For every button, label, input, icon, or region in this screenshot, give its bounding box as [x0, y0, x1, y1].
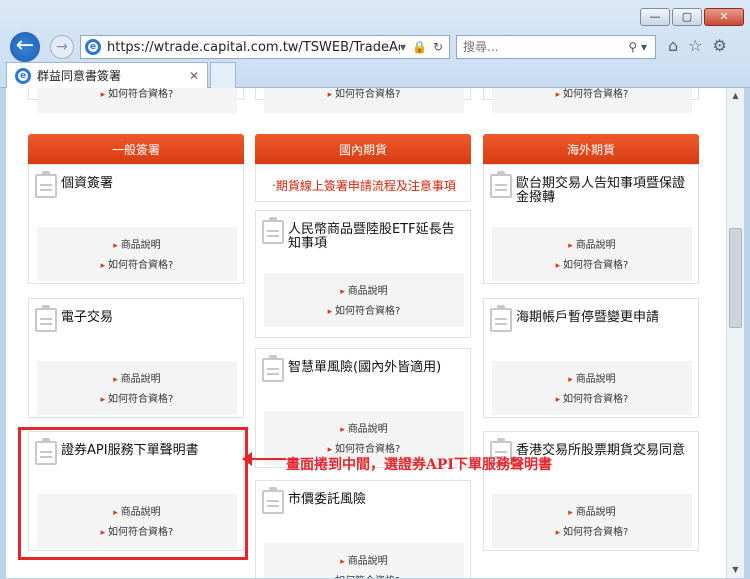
column-header-general: 一般簽署: [28, 134, 244, 164]
card-market-order[interactable]: 市價委託風險 商品說明 如何符合資格?: [255, 480, 471, 578]
scroll-down-icon[interactable]: ▼: [727, 562, 744, 578]
page-viewport: 如何符合資格? 如何符合資格? 如何符合資格? 一般簽署 個資簽署 商品說明 如…: [6, 88, 726, 578]
prev-card: 如何符合資格?: [483, 88, 699, 113]
new-tab-button[interactable]: [210, 62, 236, 88]
product-info-link[interactable]: 商品說明: [264, 420, 464, 440]
card-links: 商品說明 如何符合資格?: [37, 361, 237, 415]
address-bar[interactable]: e https://wtrade.capital.com.tw/TSWEB/Tr…: [80, 35, 450, 59]
window-controls: — ▢ ✕: [640, 8, 744, 26]
card-title: 香港交易所股票期貨交易同意: [516, 443, 686, 458]
column-header-domestic-futures: 國內期貨: [255, 134, 471, 164]
card-title: 市價委託風險: [288, 492, 367, 507]
scroll-thumb[interactable]: [729, 228, 742, 328]
notice-box: ‧期貨線上簽署申請流程及注意事項: [255, 164, 471, 202]
back-arrow-icon[interactable]: ←: [8, 30, 42, 64]
qualify-link[interactable]: 如何符合資格?: [492, 523, 692, 543]
dropdown-icon[interactable]: ▾: [400, 40, 406, 54]
home-icon[interactable]: ⌂: [668, 36, 678, 55]
card-electronic-trading[interactable]: 電子交易 商品說明 如何符合資格?: [28, 298, 244, 418]
card-title: 個資簽署: [61, 176, 114, 191]
favorites-star-icon[interactable]: ☆: [688, 36, 702, 55]
card-account-suspend[interactable]: 海期帳戶暫停暨變更申請 商品說明 如何符合資格?: [483, 298, 699, 418]
search-icon[interactable]: ⚲ ▾: [628, 40, 655, 54]
card-smart-order[interactable]: 智慧單風險(國內外皆適用) 商品說明 如何符合資格?: [255, 348, 471, 468]
browser-chrome: — ▢ ✕ ← → e https://wtrade.capital.com.t…: [0, 0, 750, 88]
card-links: 商品說明 如何符合資格?: [264, 543, 464, 578]
search-box[interactable]: ⚲ ▾: [456, 35, 656, 59]
clipboard-icon: [262, 217, 284, 244]
card-links: 商品說明 如何符合資格?: [264, 273, 464, 327]
refresh-icon[interactable]: ↻: [433, 40, 443, 54]
card-title: 智慧單風險(國內外皆適用): [288, 360, 442, 375]
futures-notice-link[interactable]: ‧期貨線上簽署申請流程及注意事項: [256, 177, 472, 194]
card-rmb-etf[interactable]: 人民幣商品暨陸股ETF延長告知事項 商品說明 如何符合資格?: [255, 210, 471, 338]
clipboard-icon: [490, 305, 512, 332]
tab-close-icon[interactable]: ✕: [189, 69, 199, 83]
qualify-link[interactable]: 如何符合資格?: [264, 572, 464, 578]
product-info-link[interactable]: 商品說明: [37, 236, 237, 256]
qualify-link[interactable]: 如何符合資格?: [264, 302, 464, 322]
clipboard-icon: [262, 355, 284, 382]
close-window-button[interactable]: ✕: [704, 8, 744, 26]
card-privacy[interactable]: 個資簽署 商品說明 如何符合資格?: [28, 164, 244, 284]
qualify-link[interactable]: 如何符合資格?: [492, 256, 692, 276]
highlight-box: [18, 427, 248, 560]
minimize-button[interactable]: —: [640, 8, 670, 26]
product-info-link[interactable]: 商品說明: [37, 370, 237, 390]
annotation-arrow-icon: [242, 452, 286, 466]
card-links: 商品說明 如何符合資格?: [37, 227, 237, 281]
clipboard-icon: [35, 171, 57, 198]
product-info-link[interactable]: 商品說明: [492, 503, 692, 523]
annotation-text: 畫面捲到中間，選證券API下單服務聲明書: [286, 457, 552, 473]
card-links: 商品說明 如何符合資格?: [492, 494, 692, 548]
forward-arrow-icon[interactable]: →: [50, 35, 74, 59]
card-hkex-stock-futures[interactable]: 香港交易所股票期貨交易同意 商品說明 如何符合資格?: [483, 431, 699, 551]
ie-logo-icon: e: [85, 39, 101, 55]
search-input[interactable]: [463, 40, 629, 54]
product-info-link[interactable]: 商品說明: [264, 552, 464, 572]
card-links: 商品說明 如何符合資格?: [492, 361, 692, 415]
clipboard-icon: [35, 305, 57, 332]
prev-card: 如何符合資格?: [28, 88, 244, 113]
browser-tab[interactable]: e 群益同意書簽署 ✕: [6, 62, 208, 88]
tab-title: 群益同意書簽署: [37, 69, 122, 83]
maximize-button[interactable]: ▢: [672, 8, 702, 26]
product-info-link[interactable]: 商品說明: [492, 236, 692, 256]
prev-card: 如何符合資格?: [255, 88, 471, 113]
qualify-link[interactable]: 如何符合資格?: [37, 390, 237, 410]
qualify-link[interactable]: 如何符合資格?: [492, 390, 692, 410]
column-header-overseas-futures: 海外期貨: [483, 134, 699, 164]
card-title: 歐台期交易人告知事項暨保證金撥轉: [516, 176, 686, 205]
product-info-link[interactable]: 商品說明: [264, 282, 464, 302]
clipboard-icon: [262, 487, 284, 514]
gear-icon[interactable]: ⚙: [713, 36, 727, 55]
toolbar-icons: ⌂ ☆ ⚙: [668, 36, 727, 55]
qualify-link[interactable]: 如何符合資格?: [37, 256, 237, 276]
url-text[interactable]: https://wtrade.capital.com.tw/TSWEB/Trad…: [107, 40, 400, 55]
scroll-up-icon[interactable]: ▲: [727, 88, 744, 104]
card-title: 人民幣商品暨陸股ETF延長告知事項: [288, 222, 455, 251]
lock-icon[interactable]: 🔒: [412, 40, 427, 54]
clipboard-icon: [490, 171, 512, 198]
product-info-link[interactable]: 商品說明: [492, 370, 692, 390]
card-eurex-taiex[interactable]: 歐台期交易人告知事項暨保證金撥轉 商品說明 如何符合資格?: [483, 164, 699, 284]
card-title: 電子交易: [61, 310, 114, 325]
vertical-scrollbar[interactable]: ▲ ▼: [726, 88, 744, 578]
card-links: 商品說明 如何符合資格?: [492, 227, 692, 281]
tab-ie-icon: e: [15, 67, 31, 84]
card-title: 海期帳戶暫停暨變更申請: [516, 310, 660, 325]
